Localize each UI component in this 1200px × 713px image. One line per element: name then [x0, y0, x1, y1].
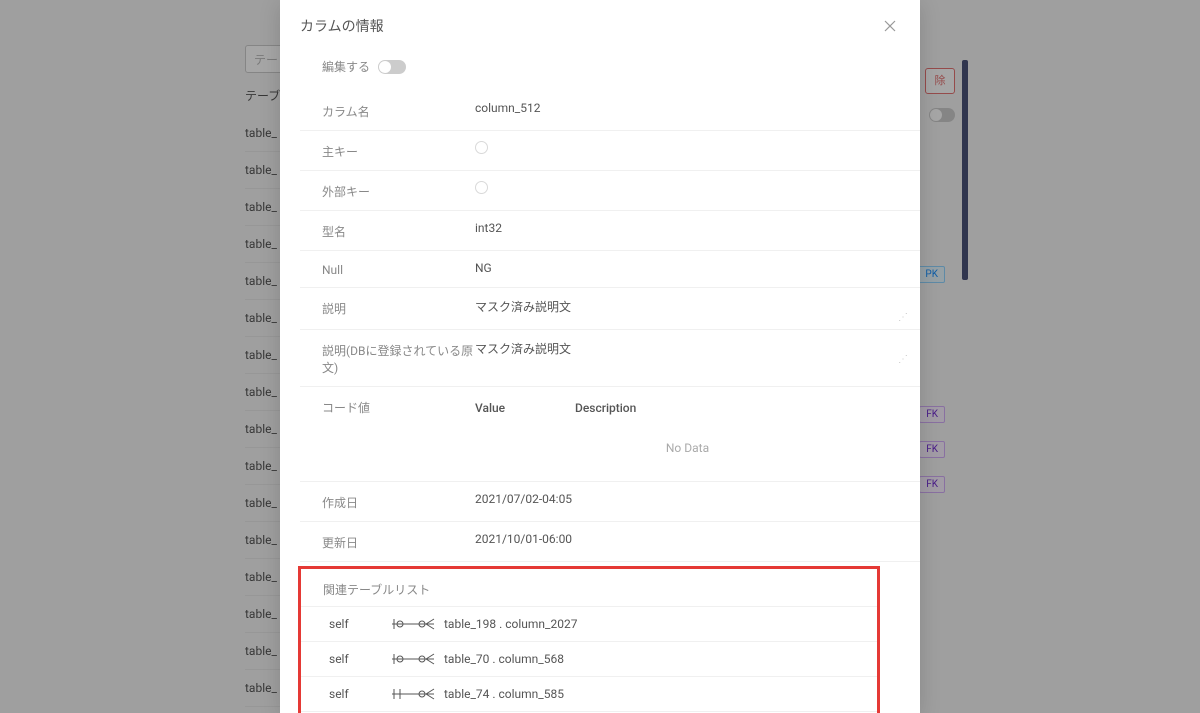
- edit-toggle[interactable]: [378, 60, 406, 74]
- related-table-row[interactable]: self table_198 . column_2027: [301, 606, 877, 641]
- type-row: 型名 int32: [300, 211, 920, 251]
- relation-symbol-icon: [379, 617, 444, 631]
- resize-handle-icon: ⋰: [898, 354, 908, 365]
- description-textarea[interactable]: マスク済み説明文 ⋰: [475, 298, 900, 319]
- related-table-row[interactable]: self table_74 . column_585: [301, 676, 877, 711]
- description-value: マスク済み説明文 ⋰: [475, 298, 920, 319]
- primary-key-radio[interactable]: [475, 141, 488, 154]
- foreign-key-value: [475, 181, 920, 200]
- related-tables-title: 関連テーブルリスト: [301, 569, 877, 606]
- primary-key-row: 主キー: [300, 131, 920, 171]
- resize-handle-icon: ⋰: [898, 312, 908, 323]
- foreign-key-row: 外部キー: [300, 171, 920, 211]
- relation-symbol-icon: [379, 652, 444, 666]
- created-row: 作成日 2021/07/02-04:05: [300, 482, 920, 522]
- description-orig-row: 説明(DBに登録されている原文) マスク済み説明文 ⋰: [300, 330, 920, 387]
- description-orig-value: マスク済み説明文 ⋰: [475, 340, 920, 376]
- related-self-label: self: [329, 687, 379, 701]
- column-name-label: カラム名: [300, 101, 475, 120]
- edit-toggle-row: 編集する: [300, 58, 920, 75]
- updated-value: 2021/10/01-06:00: [475, 532, 920, 551]
- code-header-value: Value: [475, 401, 575, 415]
- null-row: Null NG: [300, 251, 920, 288]
- related-self-label: self: [329, 617, 379, 631]
- description-orig-textarea: マスク済み説明文 ⋰: [475, 340, 900, 361]
- edit-label: 編集する: [322, 58, 370, 75]
- description-row: 説明 マスク済み説明文 ⋰: [300, 288, 920, 330]
- null-value: NG: [475, 261, 920, 277]
- description-orig-label: 説明(DBに登録されている原文): [300, 340, 475, 376]
- related-target: table_74 . column_585: [444, 687, 564, 701]
- code-value-label: コード値: [300, 397, 475, 471]
- null-label: Null: [300, 261, 475, 277]
- modal-title: カラムの情報: [300, 16, 384, 36]
- primary-key-value: [475, 141, 920, 160]
- code-header-description: Description: [575, 401, 636, 415]
- type-label: 型名: [300, 221, 475, 240]
- code-table-header: Value Description: [475, 397, 900, 425]
- modal-body: 編集する カラム名 column_512 主キー 外部キー 型名 int32 N…: [280, 50, 920, 713]
- column-info-modal: カラムの情報 編集する カラム名 column_512 主キー 外部キー 型名 …: [280, 0, 920, 713]
- created-label: 作成日: [300, 492, 475, 511]
- close-button[interactable]: [880, 16, 900, 36]
- relation-symbol-icon: [379, 687, 444, 701]
- code-value-row: コード値 Value Description No Data: [300, 387, 920, 482]
- column-name-value: column_512: [475, 101, 920, 120]
- description-label: 説明: [300, 298, 475, 319]
- updated-row: 更新日 2021/10/01-06:00: [300, 522, 920, 562]
- related-self-label: self: [329, 652, 379, 666]
- code-no-data: No Data: [475, 425, 900, 471]
- type-value: int32: [475, 221, 920, 240]
- created-value: 2021/07/02-04:05: [475, 492, 920, 511]
- code-value-table: Value Description No Data: [475, 397, 920, 471]
- modal-header: カラムの情報: [280, 0, 920, 50]
- foreign-key-radio[interactable]: [475, 181, 488, 194]
- related-target: table_70 . column_568: [444, 652, 564, 666]
- related-tables-highlight: 関連テーブルリスト selftable_198 . column_2027sel…: [298, 566, 880, 713]
- primary-key-label: 主キー: [300, 141, 475, 160]
- foreign-key-label: 外部キー: [300, 181, 475, 200]
- column-name-row: カラム名 column_512: [300, 91, 920, 131]
- related-target: table_198 . column_2027: [444, 617, 577, 631]
- close-icon: [884, 20, 896, 32]
- updated-label: 更新日: [300, 532, 475, 551]
- related-table-row[interactable]: self table_70 . column_568: [301, 641, 877, 676]
